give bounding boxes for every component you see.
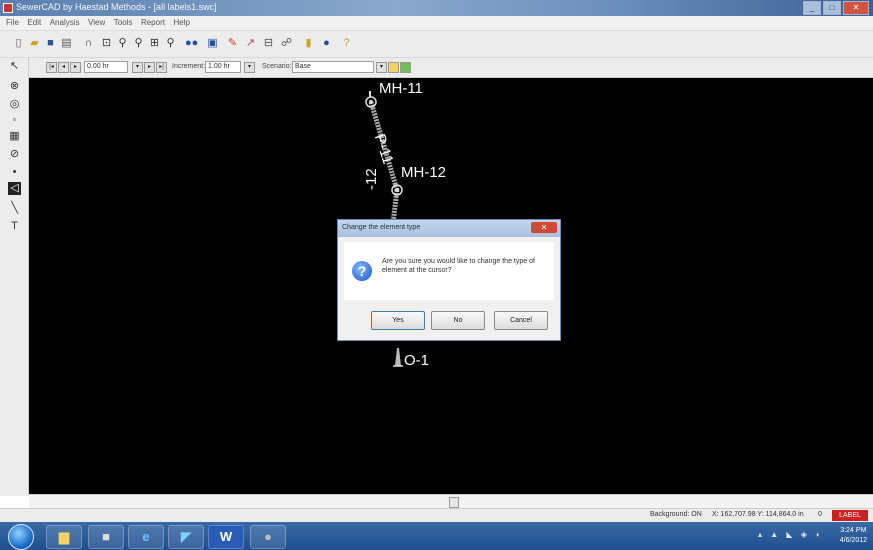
app-icon — [3, 3, 13, 13]
menu-analysis[interactable]: Analysis — [50, 18, 80, 27]
time-field[interactable]: 0.00 hr — [84, 61, 128, 73]
dialog-message: Are you sure you would like to change th… — [382, 258, 535, 274]
label-o-1: O-1 — [404, 352, 430, 369]
next-step-button[interactable]: ▸ — [144, 62, 155, 73]
flex-table-icon[interactable]: ☍ — [280, 37, 293, 50]
junction-icon[interactable]: • — [8, 166, 21, 179]
taskbar-clock[interactable]: 3:24 PM 4/6/2012 — [840, 526, 867, 546]
scrollbar-thumb[interactable] — [449, 497, 459, 508]
maximize-button[interactable]: □ — [823, 1, 841, 15]
prev-step-button[interactable]: ◂ — [58, 62, 69, 73]
yes-button[interactable]: Yes — [371, 311, 425, 330]
manhole-mh-12-center — [395, 188, 399, 192]
first-step-button[interactable]: |◂ — [46, 62, 57, 73]
window-title: SewerCAD by Haestad Methods - [all label… — [16, 2, 217, 12]
cancel-button[interactable]: Cancel — [494, 311, 548, 330]
close-button[interactable]: ✕ — [843, 1, 869, 15]
menu-tools[interactable]: Tools — [114, 18, 133, 27]
scenario-select[interactable]: Base — [292, 61, 374, 73]
text-icon[interactable]: T — [8, 220, 21, 233]
menu-view[interactable]: View — [88, 18, 105, 27]
status-background: Background: ON — [650, 511, 702, 518]
profile-icon[interactable]: ↗ — [244, 37, 257, 50]
taskbar-word-icon[interactable]: W — [208, 525, 244, 549]
graph-icon[interactable]: ⊟ — [262, 37, 275, 50]
menu-report[interactable]: Report — [141, 18, 165, 27]
increment-dropdown-button[interactable]: ▾ — [244, 62, 255, 73]
save-icon[interactable]: ■ — [44, 37, 57, 50]
wet-well-icon[interactable]: ▦ — [8, 130, 21, 143]
menu-help[interactable]: Help — [173, 18, 189, 27]
minimize-button[interactable]: _ — [803, 1, 821, 15]
menu-file[interactable]: File — [6, 18, 19, 27]
no-button[interactable]: No — [431, 311, 485, 330]
zoom-extents-icon[interactable]: ⊞ — [148, 37, 161, 50]
zoom-window-icon[interactable]: ⊡ — [100, 37, 113, 50]
scenario-manager-icon[interactable] — [400, 62, 411, 73]
globe-icon[interactable]: ● — [320, 37, 333, 50]
time-dropdown-button[interactable]: ▾ — [132, 62, 143, 73]
main-toolbar: ▯ ▰ ■ ▤ ∩ ⊡ ⚲ ⚲ ⊞ ⚲ ●● ▣ ✎ ↗ ⊟ ☍ ▮ ● ? — [0, 31, 873, 58]
dialog-title: Change the element type — [342, 224, 421, 231]
taskbar-explorer-icon[interactable]: ▆ — [46, 525, 82, 549]
dialog-close-button[interactable]: ✕ — [531, 222, 557, 233]
outlet-o-1[interactable] — [395, 348, 401, 366]
label-mh-12: MH-12 — [401, 164, 447, 181]
start-button[interactable] — [8, 524, 34, 550]
status-zero: 0 — [818, 511, 822, 518]
increment-label: Increment: — [172, 63, 206, 70]
horizontal-scrollbar[interactable] — [29, 494, 873, 509]
play-button[interactable]: ▸ — [70, 62, 81, 73]
system-tray: ▴ ▲ ◣ ◈ ◖ — [758, 530, 823, 539]
outlet-icon[interactable]: ◁ — [8, 182, 21, 195]
scenario-label: Scenario: — [262, 63, 292, 70]
pan-icon[interactable]: ∩ — [82, 37, 95, 50]
status-coordinates: X: 162,707.98 Y: 114,864.0 in — [712, 511, 804, 518]
last-step-button[interactable]: ▸| — [156, 62, 167, 73]
zoom-previous-icon[interactable]: ⚲ — [164, 37, 177, 50]
pump-icon[interactable]: ⊘ — [8, 148, 21, 161]
pipe-icon[interactable]: ╲ — [8, 202, 21, 215]
annotate-icon[interactable]: ✎ — [226, 37, 239, 50]
taskbar-media-icon[interactable]: ■ — [88, 525, 124, 549]
inlet-icon[interactable]: ◦ — [8, 114, 21, 127]
label-p-12: -12 — [363, 168, 380, 190]
taskbar-sewercad-icon[interactable]: ◤ — [168, 525, 204, 549]
taskbar-ie-icon[interactable]: e — [128, 525, 164, 549]
label-mh-11: MH-11 — [379, 80, 423, 97]
new-icon[interactable]: ▯ — [12, 37, 25, 50]
element-palette: ↖ ⊗ ◎ ◦ ▦ ⊘ • ◁ ╲ T — [0, 58, 29, 496]
menu-bar: File Edit Analysis View Tools Report Hel… — [0, 16, 873, 31]
increment-field[interactable]: 1.00 hr — [205, 61, 241, 73]
taskbar-app-icon[interactable]: ● — [250, 525, 286, 549]
manhole-icon[interactable]: ◎ — [8, 98, 21, 111]
dialog-body: ? Are you sure you would like to change … — [344, 242, 554, 300]
print-icon[interactable]: ▤ — [60, 37, 73, 50]
clock-time: 3:24 PM — [840, 527, 867, 534]
dialog-title-bar: Change the element type ✕ — [338, 220, 560, 237]
database-icon[interactable]: ▮ — [302, 37, 315, 50]
scenario-dropdown-button[interactable]: ▾ — [376, 62, 387, 73]
manhole-mh-11-center — [369, 100, 373, 104]
question-icon: ? — [352, 261, 372, 281]
title-bar: SewerCAD by Haestad Methods - [all label… — [0, 0, 873, 16]
change-element-dialog: Change the element type ✕ ? Are you sure… — [337, 219, 561, 341]
menu-edit[interactable]: Edit — [27, 18, 41, 27]
clock-date: 4/6/2012 — [839, 537, 867, 544]
zoom-in-icon[interactable]: ⚲ — [116, 37, 129, 50]
status-bar: Background: ON X: 162,707.98 Y: 114,864.… — [0, 508, 873, 523]
scenario-folder-icon[interactable] — [388, 62, 399, 73]
taskbar: ▆ ■ e ◤ W ● ▴ ▲ ◣ ◈ ◖ 3:24 PM 4/6/2012 — [0, 522, 873, 550]
catchment-icon[interactable]: ⊗ — [8, 80, 21, 93]
element-icon[interactable]: ▣ — [206, 37, 219, 50]
select-arrow-icon[interactable]: ↖ — [8, 60, 21, 73]
zoom-out-icon[interactable]: ⚲ — [132, 37, 145, 50]
open-icon[interactable]: ▰ — [28, 37, 41, 50]
binoculars-icon[interactable]: ●● — [185, 37, 198, 50]
time-toolbar: |◂ ◂ ▸ 0.00 hr ▾ ▸ ▸| Increment: 1.00 hr… — [0, 58, 873, 78]
status-badge: LABEL — [832, 510, 868, 521]
help-icon[interactable]: ? — [340, 37, 353, 50]
